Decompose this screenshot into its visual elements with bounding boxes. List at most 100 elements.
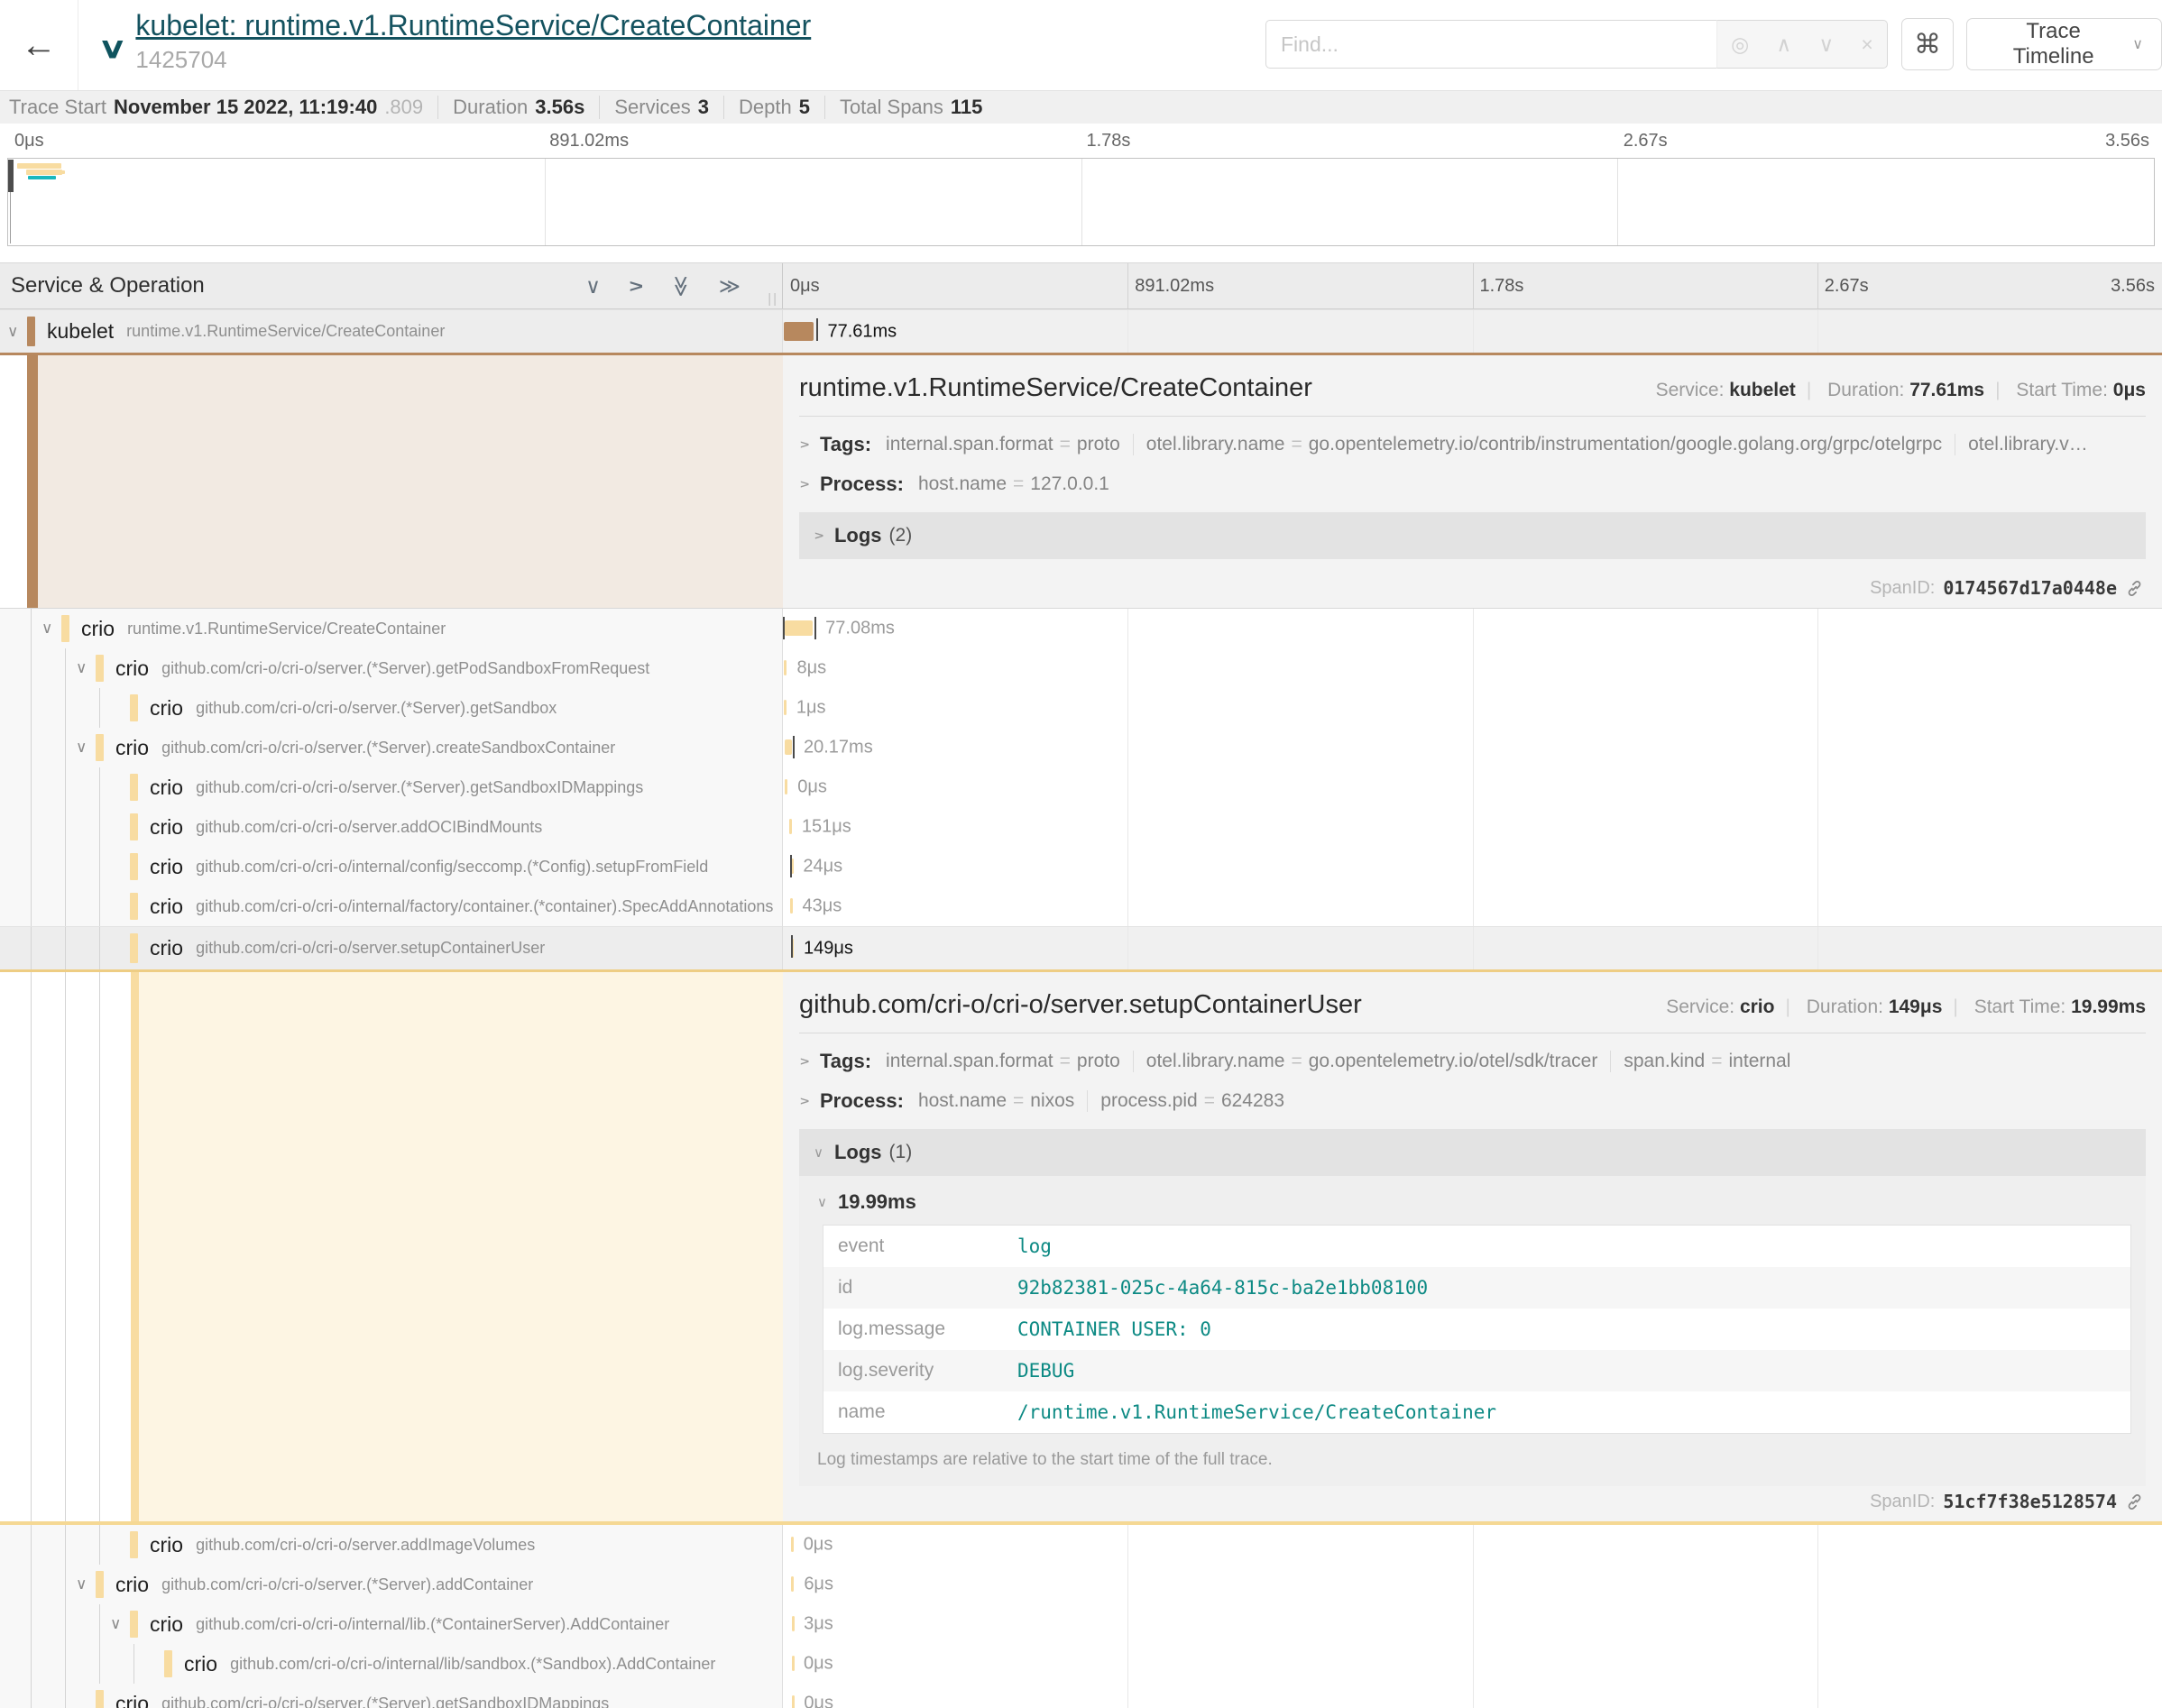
span-row[interactable]: ∨criogithub.com/cri-o/cri-o/internal/lib…: [0, 1604, 2162, 1644]
trace-summary-bar: Trace StartNovember 15 2022, 11:19:40.80…: [0, 90, 2162, 124]
span-timeline-cell[interactable]: 8μs: [783, 648, 2162, 688]
log-entry-accordion[interactable]: ∨ 19.99ms: [814, 1180, 2131, 1225]
grid-line: [1817, 1644, 1818, 1684]
span-row[interactable]: criogithub.com/cri-o/cri-o/internal/lib/…: [0, 1644, 2162, 1684]
span-timeline-cell[interactable]: 20.17ms: [783, 728, 2162, 767]
duration-value: 77.61ms: [1909, 380, 1984, 400]
span-log-tick: [783, 617, 785, 639]
trace-title-chevron-icon[interactable]: ∨: [97, 31, 127, 90]
span-row[interactable]: ∨criogithub.com/cri-o/cri-o/server.(*Ser…: [0, 1565, 2162, 1604]
collapse-all-icon[interactable]: ≫: [668, 275, 693, 297]
find-input[interactable]: [1265, 20, 1716, 69]
span-timeline-cell[interactable]: 3μs: [783, 1604, 2162, 1644]
minimap-canvas[interactable]: [7, 158, 2155, 246]
span-timeline-cell[interactable]: 151μs: [783, 807, 2162, 847]
logs-accordion[interactable]: ∨ Logs (1): [799, 1129, 2146, 1176]
span-timeline-cell[interactable]: 149μs: [783, 926, 2162, 969]
log-field-value: /runtime.v1.RuntimeService/CreateContain…: [1017, 1401, 1496, 1423]
tree-guide-line: [31, 847, 32, 886]
span-detail-title: runtime.v1.RuntimeService/CreateContaine…: [799, 373, 1312, 403]
copy-link-icon[interactable]: [2125, 1492, 2144, 1511]
span-duration-bar[interactable]: [791, 1576, 794, 1592]
expand-all-icon[interactable]: ≫: [719, 274, 741, 298]
tags-accordion[interactable]: ∨ Tags: internal.span.format=protootel.l…: [799, 1050, 2146, 1073]
process-accordion[interactable]: ∨ Process: host.name=nixosprocess.pid=62…: [799, 1089, 2146, 1113]
span-id-label: SpanID:: [1870, 1492, 1935, 1512]
span-duration-bar[interactable]: [785, 739, 793, 755]
locate-icon[interactable]: ◎: [1731, 32, 1749, 57]
find-clear-icon[interactable]: ×: [1861, 32, 1872, 57]
span-row[interactable]: criogithub.com/cri-o/cri-o/server.(*Serv…: [0, 688, 2162, 728]
span-duration-bar[interactable]: [784, 322, 814, 341]
span-name-cell: criogithub.com/cri-o/cri-o/server.(*Serv…: [0, 688, 783, 728]
find-prev-icon[interactable]: ∧: [1776, 32, 1791, 57]
span-detail-panel-kubelet: runtime.v1.RuntimeService/CreateContaine…: [0, 353, 2162, 609]
minimap-scrubber-handle[interactable]: [8, 160, 14, 192]
span-row[interactable]: criogithub.com/cri-o/cri-o/server.(*Serv…: [0, 767, 2162, 807]
back-button[interactable]: ←: [0, 0, 78, 90]
span-duration-bar[interactable]: [785, 779, 787, 794]
tags-accordion[interactable]: ∨ Tags: internal.span.format=protootel.l…: [799, 433, 2146, 456]
span-timeline-cell[interactable]: 6μs: [783, 1565, 2162, 1604]
span-row[interactable]: criogithub.com/cri-o/cri-o/server.setupC…: [0, 926, 2162, 969]
column-resizer-handle[interactable]: ||: [768, 291, 778, 307]
tree-guide-line: [31, 807, 32, 847]
process-accordion[interactable]: ∨ Process: host.name=127.0.0.1: [799, 473, 2146, 496]
equals-sign: =: [1291, 1051, 1302, 1071]
span-duration-bar[interactable]: [792, 1656, 795, 1671]
span-row[interactable]: criogithub.com/cri-o/cri-o/internal/conf…: [0, 847, 2162, 886]
find-group: ◎ ∧ ∨ ×: [1265, 20, 1888, 69]
span-row[interactable]: criogithub.com/cri-o/cri-o/server.addOCI…: [0, 807, 2162, 847]
operation-name: github.com/cri-o/cri-o/server.(*Server).…: [161, 1575, 533, 1594]
start-time-value: 19.99ms: [2071, 996, 2146, 1017]
keyboard-shortcuts-button[interactable]: ⌘: [1901, 18, 1954, 70]
span-duration-bar[interactable]: [789, 819, 792, 834]
tree-guide-line: [31, 972, 32, 1521]
expand-one-icon[interactable]: ∨: [623, 279, 648, 294]
operation-name: runtime.v1.RuntimeService/CreateContaine…: [126, 322, 445, 341]
copy-link-icon[interactable]: [2125, 579, 2144, 598]
trace-view-dropdown[interactable]: Trace Timeline ∨: [1966, 18, 2162, 70]
grid-line: [1473, 1565, 1474, 1604]
row-chevron-down-icon[interactable]: ∨: [110, 1615, 121, 1633]
span-row[interactable]: criogithub.com/cri-o/cri-o/server.addIma…: [0, 1525, 2162, 1565]
row-chevron-down-icon[interactable]: ∨: [7, 323, 18, 341]
row-chevron-down-icon[interactable]: ∨: [41, 620, 52, 638]
logs-accordion[interactable]: ∨ Logs (2): [799, 512, 2146, 559]
detail-left-gutter: [0, 972, 783, 1521]
equals-sign: =: [1013, 1090, 1024, 1111]
span-row[interactable]: criogithub.com/cri-o/cri-o/internal/fact…: [0, 886, 2162, 926]
span-timeline-cell[interactable]: 77.08ms: [783, 609, 2162, 648]
span-timeline-cell[interactable]: 43μs: [783, 886, 2162, 926]
row-chevron-down-icon[interactable]: ∨: [76, 1575, 87, 1593]
span-timeline-cell[interactable]: 0μs: [783, 767, 2162, 807]
span-duration-bar[interactable]: [791, 1537, 794, 1552]
span-timeline-cell[interactable]: 24μs: [783, 847, 2162, 886]
span-row[interactable]: ∨criogithub.com/cri-o/cri-o/server.(*Ser…: [0, 728, 2162, 767]
span-duration-bar[interactable]: [792, 1695, 795, 1708]
find-next-icon[interactable]: ∨: [1818, 32, 1834, 57]
row-chevron-down-icon[interactable]: ∨: [76, 659, 87, 677]
span-row[interactable]: ∨criogithub.com/cri-o/cri-o/server.(*Ser…: [0, 648, 2162, 688]
span-timeline-cell[interactable]: 1μs: [783, 688, 2162, 728]
span-duration-bar[interactable]: [785, 620, 813, 636]
span-duration-bar[interactable]: [784, 700, 787, 715]
span-duration-bar[interactable]: [790, 898, 793, 914]
span-duration-label: 43μs: [802, 896, 842, 917]
tags-label: Tags:: [820, 433, 871, 456]
span-timeline-cell[interactable]: 0μs: [783, 1644, 2162, 1684]
grid-line: [1127, 688, 1128, 728]
trace-title-link[interactable]: kubelet: runtime.v1.RuntimeService/Creat…: [135, 9, 811, 42]
span-duration-bar[interactable]: [792, 1616, 795, 1631]
span-row[interactable]: criogithub.com/cri-o/cri-o/server.(*Serv…: [0, 1684, 2162, 1708]
tag-value: proto: [1077, 1051, 1120, 1071]
row-chevron-down-icon[interactable]: ∨: [76, 739, 87, 757]
span-duration-bar[interactable]: [784, 660, 787, 675]
span-row[interactable]: ∨kubeletruntime.v1.RuntimeService/Create…: [0, 309, 2162, 353]
span-timeline-cell[interactable]: 0μs: [783, 1525, 2162, 1565]
span-timeline-cell[interactable]: 77.61ms: [783, 309, 2162, 353]
collapse-one-icon[interactable]: ∨: [585, 274, 601, 298]
span-timeline-cell[interactable]: 0μs: [783, 1684, 2162, 1708]
service-color-bar: [27, 317, 35, 346]
span-row[interactable]: ∨crioruntime.v1.RuntimeService/CreateCon…: [0, 609, 2162, 648]
